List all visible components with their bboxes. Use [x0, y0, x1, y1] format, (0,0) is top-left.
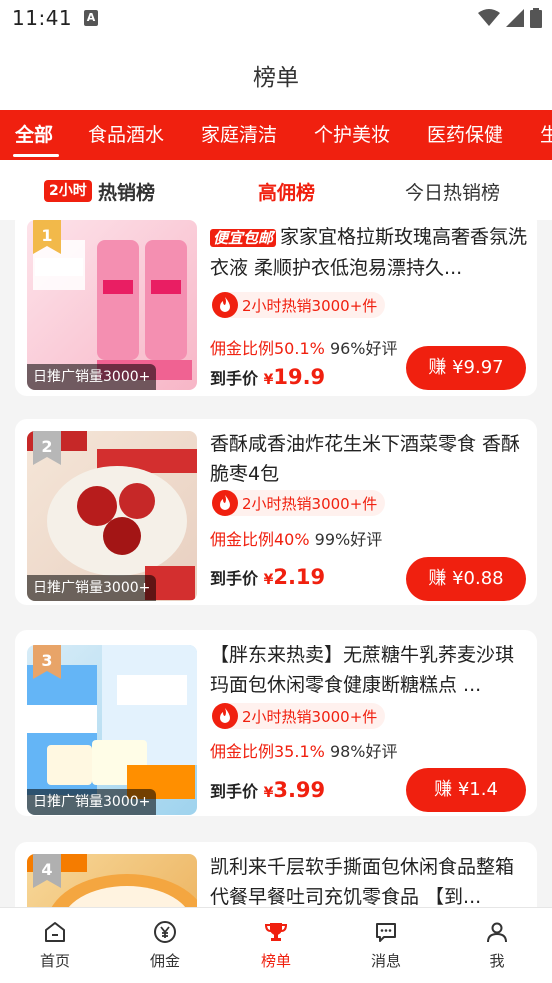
earn-button[interactable]: 赚 ¥9.97: [406, 346, 526, 390]
commission-info: 佣金比例40% 99%好评: [210, 530, 383, 549]
commission-info: 佣金比例35.1% 98%好评: [210, 742, 398, 761]
hot-sales-tag: 2小时热销3000+件: [212, 703, 386, 729]
nav-label: 我: [489, 952, 505, 970]
nav-commission[interactable]: 佣金: [135, 920, 195, 971]
final-price: 到手价 ¥19.9: [210, 365, 326, 389]
tab-today-hot[interactable]: 今日热销榜: [405, 178, 500, 205]
rank-badge: 2: [33, 431, 61, 465]
nav-messages[interactable]: 消息: [356, 920, 416, 971]
tab-high-commission[interactable]: 高佣榜: [258, 178, 315, 205]
nav-label: 佣金: [149, 952, 180, 970]
final-price: 到手价 ¥2.19: [210, 565, 326, 589]
yen-icon: [154, 921, 176, 943]
rank-badge: 1: [33, 220, 61, 254]
user-icon: [487, 922, 507, 943]
active-tab-indicator: [13, 154, 59, 157]
thumb-sales-label: 日推广销量3000+: [27, 364, 157, 390]
product-image: 2 日推广销量3000+: [27, 431, 197, 601]
thumb-sales-label: 日推广销量3000+: [27, 575, 157, 601]
ranking-subtabs: 2小时 热销榜 高佣榜 今日热销榜: [0, 160, 552, 220]
product-title: 凯利来千层软手撕面包休闲食品整箱代餐早餐吐司充饥零食品 【到...: [210, 856, 515, 907]
product-image: 3 日推广销量3000+: [27, 645, 197, 815]
product-card[interactable]: 1 日推广销量3000+ 便宜包邮 家家宜格拉斯玫瑰高奢香氛洗衣液 柔顺护衣低泡易…: [15, 220, 537, 396]
nav-home[interactable]: 首页: [25, 920, 85, 971]
category-tabs: 全部 食品酒水 家庭清洁 个护美妆 医药保健 生: [0, 110, 552, 160]
fire-icon: [212, 703, 238, 729]
rank-badge: 4: [33, 854, 61, 888]
page-title: 榜单: [253, 65, 299, 91]
product-card[interactable]: 4 凯利来千层软手撕面包休闲食品整箱代餐早餐吐司充饥零食品 【到...: [15, 842, 537, 907]
product-title: 便宜包邮 家家宜格拉斯玫瑰高奢香氛洗衣液 柔顺护衣低泡易漂持久...: [210, 226, 528, 279]
fire-icon: [212, 292, 238, 318]
nav-label: 消息: [370, 952, 401, 970]
commission-info: 佣金比例50.1% 96%好评: [210, 339, 398, 358]
nav-me[interactable]: 我: [467, 920, 527, 971]
wifi-icon: [478, 9, 500, 26]
product-image: 1 日推广销量3000+: [27, 220, 197, 390]
thumb-sales-label: 日推广销量3000+: [27, 789, 157, 815]
status-bar: 11:41 A: [0, 0, 552, 38]
earn-button[interactable]: 赚 ¥0.88: [406, 557, 526, 601]
nav-ranking[interactable]: 榜单: [246, 920, 306, 971]
product-list: 1 日推广销量3000+ 便宜包邮 家家宜格拉斯玫瑰高奢香氛洗衣液 柔顺护衣低泡易…: [0, 220, 552, 907]
tab-food-drinks[interactable]: 食品酒水: [88, 120, 164, 147]
2h-badge: 2小时: [44, 180, 92, 202]
hot-sales-tag: 2小时热销3000+件: [212, 292, 386, 318]
status-icons: [478, 8, 542, 28]
earn-button[interactable]: 赚 ¥1.4: [406, 768, 526, 812]
app-header: 榜单: [0, 38, 552, 110]
home-icon: [45, 922, 65, 942]
tab-home-cleaning[interactable]: 家庭清洁: [201, 120, 277, 147]
nav-label: 榜单: [260, 952, 291, 970]
rank-badge: 3: [33, 645, 61, 679]
product-title: 香酥咸香油炸花生米下酒菜零食 香酥脆枣4包: [210, 433, 521, 485]
hot-sales-label: 热销榜: [98, 182, 156, 204]
fire-icon: [212, 490, 238, 516]
status-time: 11:41: [12, 6, 73, 30]
promo-tag: 便宜包邮: [210, 229, 277, 247]
final-price: 到手价 ¥3.99: [210, 778, 326, 802]
signal-icon: [506, 9, 524, 27]
battery-icon: [530, 8, 542, 28]
tab-health[interactable]: 医药保健: [427, 120, 503, 147]
notification-icon: A: [84, 10, 98, 26]
nav-label: 首页: [39, 952, 70, 970]
tab-all[interactable]: 全部: [15, 120, 53, 147]
product-card[interactable]: 3 日推广销量3000+ 【胖东来热卖】无蔗糖牛乳荞麦沙琪玛面包休闲零食健康断糖…: [15, 630, 537, 816]
bottom-nav: 首页 佣金 榜单 消息 我: [0, 907, 552, 983]
product-title: 【胖东来热卖】无蔗糖牛乳荞麦沙琪玛面包休闲零食健康断糖糕点 ...: [210, 644, 515, 696]
hot-sales-tag: 2小时热销3000+件: [212, 490, 386, 516]
trophy-icon: [264, 923, 288, 941]
message-icon: [376, 923, 396, 942]
product-card[interactable]: 2 日推广销量3000+ 香酥咸香油炸花生米下酒菜零食 香酥脆枣4包 2小时热销…: [15, 419, 537, 605]
tab-more[interactable]: 生: [540, 120, 552, 147]
product-image: 4: [27, 854, 197, 907]
tab-personal-care[interactable]: 个护美妆: [314, 120, 390, 147]
